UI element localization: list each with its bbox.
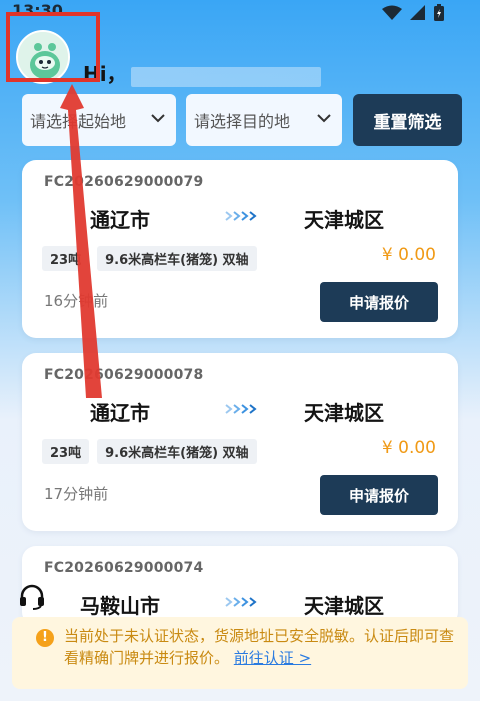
apply-quote-button[interactable]: 申请报价 (320, 475, 438, 515)
price: ¥ 0.00 (381, 438, 436, 458)
destination-city: 天津城区 (304, 208, 384, 232)
order-number: FC20260629000074 (44, 560, 204, 576)
user-name-blurred (131, 67, 321, 87)
route: 通辽市 天津城区 (22, 204, 458, 234)
filter-row: 请选择起始地 请选择目的地 重置筛选 (22, 94, 462, 146)
vehicle-tag: 9.6米高栏车(猪笼) 双轴 (97, 246, 257, 271)
destination-city: 天津城区 (304, 594, 384, 618)
chevron-down-icon (317, 114, 331, 123)
signal-icon (410, 4, 425, 20)
annotation-highlight-box (6, 12, 100, 82)
vehicle-tag: 9.6米高栏车(猪笼) 双轴 (97, 439, 257, 464)
weight-tag: 23吨 (42, 246, 90, 271)
cargo-card[interactable]: FC20260629000079 通辽市 天津城区 23吨 9.6米高栏车(猪笼… (22, 160, 458, 338)
time-ago: 17分钟前 (44, 485, 109, 503)
status-icons (382, 4, 444, 21)
destination-city: 天津城区 (304, 401, 384, 425)
order-number: FC20260629000078 (44, 367, 204, 383)
weight-tag: 23吨 (42, 439, 90, 464)
cargo-card[interactable]: FC20260629000078 通辽市 天津城区 23吨 9.6米高栏车(猪笼… (22, 353, 458, 531)
chevron-down-icon (151, 114, 165, 123)
route-arrows-icon (225, 211, 257, 221)
destination-select-label: 请选择目的地 (194, 112, 291, 131)
route: 通辽市 天津城区 (22, 397, 458, 427)
origin-select[interactable]: 请选择起始地 (22, 94, 176, 146)
origin-city: 通辽市 (90, 208, 150, 232)
tags: 23吨 9.6米高栏车(猪笼) 双轴 (42, 246, 257, 271)
battery-icon (434, 4, 444, 21)
tags: 23吨 9.6米高栏车(猪笼) 双轴 (42, 439, 257, 464)
origin-select-label: 请选择起始地 (30, 112, 127, 131)
order-number: FC20260629000079 (44, 174, 204, 190)
destination-select[interactable]: 请选择目的地 (186, 94, 342, 146)
price: ¥ 0.00 (381, 245, 436, 265)
cargo-card[interactable]: FC20260629000074 马鞍山市 天津城区 (22, 546, 458, 626)
wifi-icon (382, 5, 402, 20)
notice-text: 当前处于未认证状态，货源地址已安全脱敏。认证后即可查看精确门牌并进行报价。 前往… (64, 625, 460, 669)
reset-filter-button[interactable]: 重置筛选 (353, 94, 462, 146)
warning-icon: ! (36, 629, 54, 647)
route: 马鞍山市 天津城区 (22, 590, 458, 620)
route-arrows-icon (225, 597, 257, 607)
go-verify-link[interactable]: 前往认证 > (234, 649, 311, 667)
apply-quote-button[interactable]: 申请报价 (320, 282, 438, 322)
origin-city: 马鞍山市 (80, 594, 160, 618)
time-ago: 16分钟前 (44, 292, 109, 310)
origin-city: 通辽市 (90, 401, 150, 425)
route-arrows-icon (225, 404, 257, 414)
verification-notice: ! 当前处于未认证状态，货源地址已安全脱敏。认证后即可查看精确门牌并进行报价。 … (12, 617, 468, 689)
headset-icon (20, 584, 44, 610)
